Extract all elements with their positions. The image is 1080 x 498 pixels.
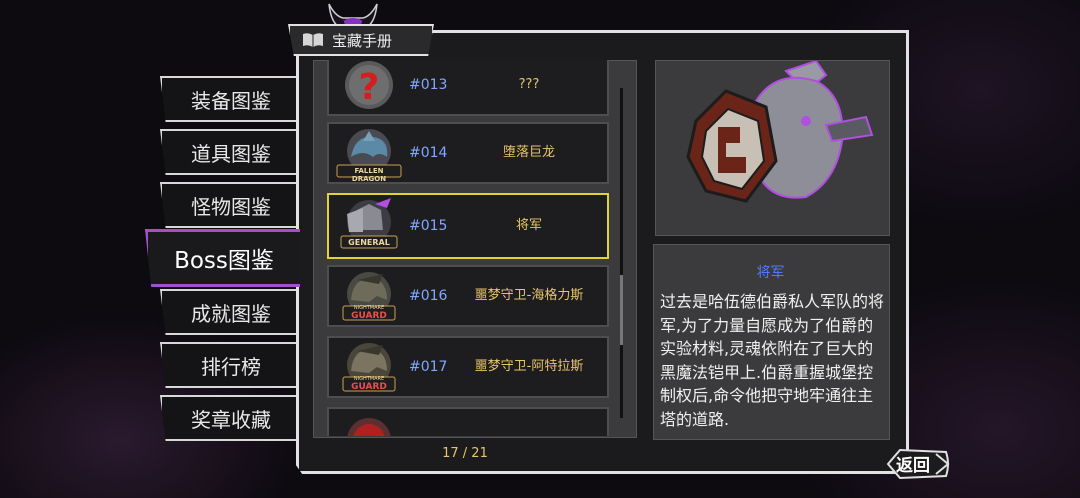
next-boss-portrait xyxy=(347,418,391,436)
list-item[interactable]: FALLEN DRAGON #014 堕落巨龙 xyxy=(327,122,609,184)
tab-label: 道具图鉴 xyxy=(191,141,271,166)
book-icon xyxy=(303,33,323,47)
portrait-badge: GENERAL xyxy=(348,238,390,247)
unknown-question-icon: ? xyxy=(345,61,393,109)
tab-label: Boss图鉴 xyxy=(174,248,274,274)
tab-label: 成就图鉴 xyxy=(191,301,271,326)
entry-number: #016 xyxy=(409,288,448,304)
page-indicator: 17 / 21 xyxy=(442,446,488,461)
entry-number: #015 xyxy=(409,218,448,234)
tab-equipment[interactable]: 装备图鉴 xyxy=(160,76,300,122)
tab-leaderboard[interactable]: 排行榜 xyxy=(160,342,300,388)
tab-label: 怪物图鉴 xyxy=(191,194,271,219)
tab-achievements[interactable]: 成就图鉴 xyxy=(160,289,300,335)
entry-number: #014 xyxy=(409,145,448,161)
entry-name: 噩梦守卫-海格力斯 xyxy=(474,288,584,303)
boss-name: 将军 xyxy=(756,265,785,281)
entry-name: 噩梦守卫-阿特拉斯 xyxy=(474,359,584,374)
tab-label: 装备图鉴 xyxy=(191,88,271,113)
tab-boss[interactable]: Boss图鉴 xyxy=(145,229,300,287)
entry-number: #013 xyxy=(409,77,448,93)
portrait-badge: FALLEN DRAGON xyxy=(351,167,387,183)
entry-name: 堕落巨龙 xyxy=(502,145,555,160)
entry-name: 将军 xyxy=(515,218,542,233)
list-item[interactable] xyxy=(327,407,609,436)
tab-label: 排行榜 xyxy=(201,354,261,379)
tab-label: 奖章收藏 xyxy=(191,407,271,432)
list-item[interactable]: ? #013 ??? xyxy=(327,60,609,116)
entry-list[interactable]: ? #013 ??? FALLEN DRAGON #014 堕落巨龙 GENER… xyxy=(313,60,627,436)
tab-items[interactable]: 道具图鉴 xyxy=(160,129,300,175)
back-label: 返回 xyxy=(896,456,930,476)
portrait-badge: GUARD xyxy=(351,311,387,321)
list-item[interactable]: NIGHTMARE GUARD #017 噩梦守卫-阿特拉斯 xyxy=(327,336,609,398)
list-item-selected[interactable]: GENERAL #015 将军 xyxy=(327,193,609,259)
armored-general-art xyxy=(686,59,874,203)
boss-description: 过去是哈伍德伯爵私人军队的将军,为了力量自愿成为了伯爵的实验材料,灵魂依附在了巨… xyxy=(660,292,885,429)
page-title: 宝藏手册 xyxy=(332,31,393,50)
entry-number: #017 xyxy=(409,359,448,375)
boss-art-panel xyxy=(655,59,890,236)
list-item[interactable]: NIGHTMARE GUARD #016 噩梦守卫-海格力斯 xyxy=(327,265,609,327)
back-button[interactable]: 返回 xyxy=(884,446,952,482)
tab-medals[interactable]: 奖章收藏 xyxy=(160,395,300,441)
scrollbar-track[interactable] xyxy=(620,88,623,418)
title-plate: 宝藏手册 xyxy=(288,24,434,56)
svg-text:?: ? xyxy=(359,67,380,108)
entry-name: ??? xyxy=(518,77,540,92)
tab-monsters[interactable]: 怪物图鉴 xyxy=(160,182,300,228)
portrait-badge: GUARD xyxy=(351,382,387,392)
scrollbar-thumb[interactable] xyxy=(620,275,623,345)
